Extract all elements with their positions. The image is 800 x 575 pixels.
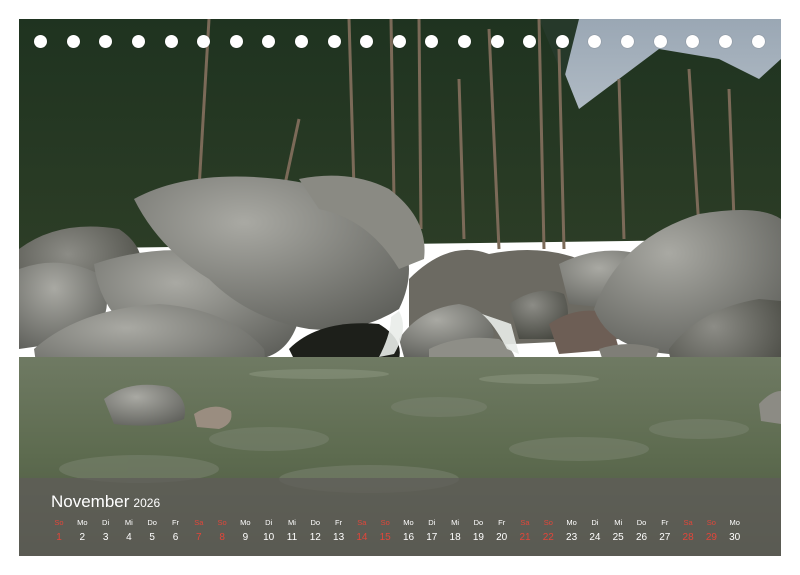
day-number: 12 xyxy=(309,532,321,543)
binding-hole xyxy=(230,35,243,48)
weekday-label: Do xyxy=(473,518,484,527)
weekday-label: So xyxy=(217,518,227,527)
day-number: 30 xyxy=(729,532,741,543)
forest-river-scene xyxy=(19,19,781,556)
day-number: 14 xyxy=(356,532,368,543)
weekday-label: Do xyxy=(147,518,157,527)
binding-hole xyxy=(165,35,178,48)
weekday-label: Sa xyxy=(357,518,367,527)
calendar-band xyxy=(19,478,781,556)
day-number: 25 xyxy=(612,532,624,543)
day-number: 1 xyxy=(56,532,62,543)
weekday-label: Mo xyxy=(729,518,740,527)
day-number: 18 xyxy=(449,532,461,543)
day-number: 21 xyxy=(519,532,531,543)
binding-hole xyxy=(491,35,504,48)
day-number: 16 xyxy=(402,532,415,543)
weekday-label: Do xyxy=(310,518,321,527)
day-number: 15 xyxy=(379,532,391,543)
binding-hole xyxy=(621,35,634,48)
weekday-label: Di xyxy=(102,518,110,527)
day-number: 13 xyxy=(333,532,345,543)
weekday-label: Fr xyxy=(335,518,343,527)
weekday-label: Fr xyxy=(661,518,669,527)
day-number: 9 xyxy=(242,532,249,543)
day-number: 11 xyxy=(286,532,298,543)
binding-hole xyxy=(295,35,308,48)
binding-hole xyxy=(686,35,699,48)
binding-hole xyxy=(34,35,47,48)
day-number: 19 xyxy=(472,532,484,543)
day-number: 2 xyxy=(79,532,86,543)
weekday-label: So xyxy=(543,518,553,527)
binding-hole xyxy=(556,35,569,48)
weekday-label: So xyxy=(54,518,64,527)
binding-hole xyxy=(262,35,275,48)
day-number: 29 xyxy=(705,532,717,543)
weekday-label: Mo xyxy=(403,518,414,527)
month-name: November xyxy=(51,492,130,511)
weekday-label: Fr xyxy=(498,518,506,527)
day-number: 20 xyxy=(496,532,508,543)
weekday-label: Mi xyxy=(288,518,296,527)
weekday-label: Mo xyxy=(77,518,88,527)
day-number: 24 xyxy=(589,532,601,543)
day-number: 5 xyxy=(149,532,155,543)
year-label: 2026 xyxy=(133,496,161,510)
day-number: 4 xyxy=(126,532,132,543)
binding-hole xyxy=(328,35,341,48)
weekday-label: So xyxy=(380,518,390,527)
month-heading: November 2026 xyxy=(51,492,160,512)
landscape-photo xyxy=(19,19,781,556)
weekday-label: Mi xyxy=(614,518,623,527)
weekday-label: Sa xyxy=(194,518,204,527)
day-number: 7 xyxy=(196,532,202,543)
weekday-label: Mo xyxy=(240,518,251,527)
binding-hole xyxy=(654,35,667,48)
binding-hole xyxy=(719,35,732,48)
weekday-label: Di xyxy=(428,518,436,527)
weekday-label: Di xyxy=(265,518,273,527)
binding-hole xyxy=(360,35,373,48)
day-number: 27 xyxy=(659,532,671,543)
day-number: 17 xyxy=(426,532,438,543)
binding-hole xyxy=(99,35,112,48)
spiral-binding-holes xyxy=(19,35,781,49)
binding-hole xyxy=(752,35,765,48)
day-number: 6 xyxy=(172,532,179,543)
binding-hole xyxy=(458,35,471,48)
weekday-label: Mi xyxy=(124,518,133,527)
day-number: 3 xyxy=(102,532,109,543)
binding-hole xyxy=(132,35,145,48)
day-number: 22 xyxy=(542,532,554,543)
weekday-label: Di xyxy=(591,518,599,527)
binding-hole xyxy=(588,35,601,48)
calendar-page: November 2026 So 1 Mo 2 Di 3 Mi 4 Do 5 Fr 6 Sa 7 So 8 Mo 9… xyxy=(0,0,800,575)
weekday-label: So xyxy=(706,518,716,527)
day-number: 10 xyxy=(263,532,275,543)
day-number: 8 xyxy=(219,532,225,543)
weekday-label: Fr xyxy=(171,518,180,527)
weekday-label: Do xyxy=(636,518,647,527)
day-number: 23 xyxy=(566,532,578,543)
binding-hole xyxy=(425,35,438,48)
weekday-label: Sa xyxy=(520,518,530,527)
binding-hole xyxy=(393,35,406,48)
day-number: 28 xyxy=(682,532,694,543)
weekday-label: Mo xyxy=(566,518,577,527)
binding-hole xyxy=(197,35,210,48)
weekday-label: Mi xyxy=(451,518,460,527)
binding-hole xyxy=(67,35,80,48)
day-number: 26 xyxy=(635,532,648,543)
weekday-label: Sa xyxy=(683,518,693,527)
binding-hole xyxy=(523,35,536,48)
